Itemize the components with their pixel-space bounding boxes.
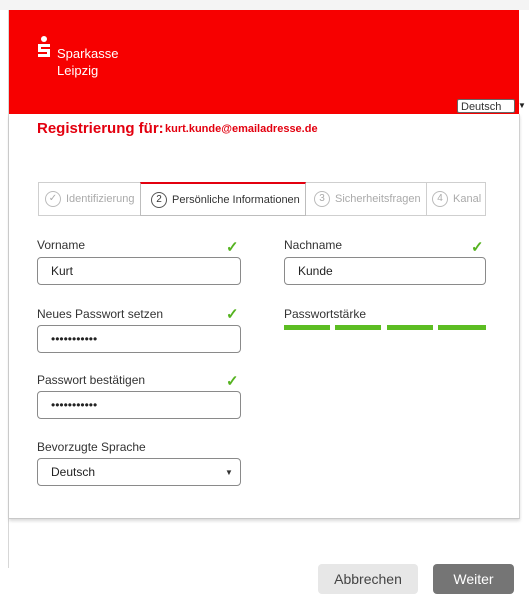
step-label: Persönliche Informationen <box>172 193 300 206</box>
step-number: 4 <box>432 191 448 207</box>
cancel-button[interactable]: Abbrechen <box>318 564 418 594</box>
step-identifizierung[interactable]: ✓ Identifizierung <box>45 182 140 216</box>
checkmark-icon: ✓ <box>226 373 239 390</box>
last-name-label: Nachname <box>284 238 343 252</box>
strength-segment-1 <box>284 325 330 330</box>
chevron-down-icon[interactable]: ▼ <box>518 101 526 110</box>
preferred-language-select[interactable]: Deutsch <box>37 458 241 486</box>
step-number: 3 <box>314 191 330 207</box>
next-button[interactable]: Weiter <box>433 564 514 594</box>
new-password-label: Neues Passwort setzen <box>37 307 164 321</box>
strength-segment-3 <box>387 325 433 330</box>
step-number: 2 <box>151 191 167 208</box>
chevron-down-icon[interactable]: ▼ <box>225 468 233 477</box>
header-bar: Sparkasse Leipzig <box>9 10 519 114</box>
last-name-input[interactable]: Kunde <box>284 257 486 285</box>
registration-email: kurt.kunde@emailadresse.de <box>165 123 318 135</box>
step-label: Sicherheitsfragen <box>335 193 421 205</box>
step-persoenliche-informationen[interactable]: 2 Persönliche Informationen <box>140 182 306 216</box>
brand-name: Sparkasse <box>57 46 119 61</box>
step-divider <box>426 182 427 216</box>
checkmark-icon: ✓ <box>226 306 239 323</box>
preferred-language-label: Bevorzugte Sprache <box>37 440 146 454</box>
new-password-input[interactable]: ••••••••••• <box>37 325 241 353</box>
brand-location: Leipzig <box>57 63 99 78</box>
step-label: Kanal <box>453 193 482 205</box>
checkmark-icon: ✓ <box>226 239 239 256</box>
confirm-password-input[interactable]: ••••••••••• <box>37 391 241 419</box>
step-check-icon: ✓ <box>45 191 61 207</box>
first-name-label: Vorname <box>37 238 86 252</box>
password-strength-label: Passwortstärke <box>284 307 367 321</box>
strength-segment-4 <box>438 325 486 330</box>
language-select[interactable]: Deutsch <box>457 99 515 113</box>
first-name-input[interactable]: Kurt <box>37 257 241 285</box>
top-strip <box>0 0 529 10</box>
step-label: Identifizierung <box>66 193 135 205</box>
step-kanal[interactable]: 4 Kanal <box>432 182 486 216</box>
strength-segment-2 <box>335 325 381 330</box>
step-sicherheitsfragen[interactable]: 3 Sicherheitsfragen <box>314 182 426 216</box>
sparkasse-logo-icon <box>38 36 50 57</box>
registration-title: Registrierung für: <box>37 120 164 137</box>
confirm-password-label: Passwort bestätigen <box>37 373 146 387</box>
checkmark-icon: ✓ <box>471 239 484 256</box>
